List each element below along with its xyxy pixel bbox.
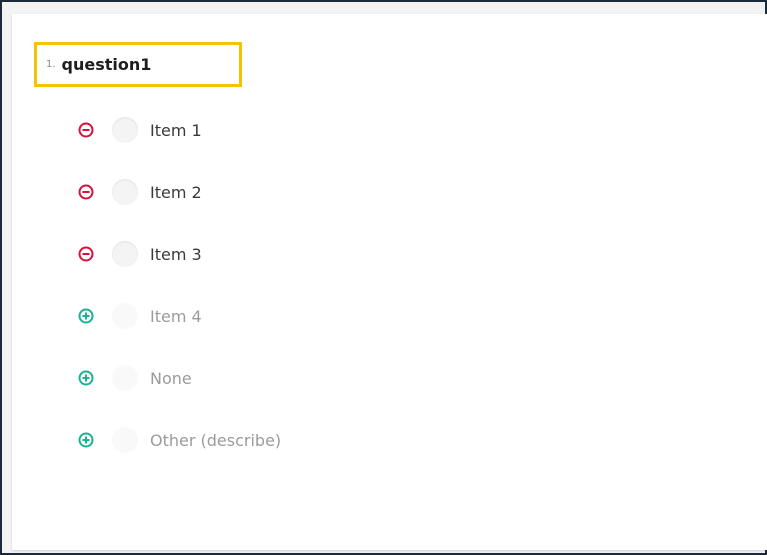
radio-button[interactable] [112, 365, 138, 391]
radio-button[interactable] [112, 241, 138, 267]
question-title[interactable]: question1 [62, 55, 152, 74]
choice-label[interactable]: None [150, 369, 192, 388]
choice-label[interactable]: Item 3 [150, 245, 202, 264]
choice-item-none: None [78, 362, 192, 394]
choice-item-4: Item 4 [78, 300, 202, 332]
add-circle-icon[interactable] [78, 308, 94, 324]
choice-label[interactable]: Item 2 [150, 183, 202, 202]
question-card: 1. question1 Item 1 Item 2 Item 3 Item 4… [12, 14, 767, 550]
choice-item-1: Item 1 [78, 114, 202, 146]
radio-button[interactable] [112, 303, 138, 329]
remove-circle-icon[interactable] [78, 122, 94, 138]
choice-item-3: Item 3 [78, 238, 202, 270]
radio-button[interactable] [112, 179, 138, 205]
editor-frame: 1. question1 Item 1 Item 2 Item 3 Item 4… [0, 0, 767, 555]
question-number: 1. [46, 59, 56, 70]
remove-circle-icon[interactable] [78, 246, 94, 262]
radio-button[interactable] [112, 427, 138, 453]
question-header[interactable]: 1. question1 [34, 42, 242, 87]
choice-label[interactable]: Item 1 [150, 121, 202, 140]
remove-circle-icon[interactable] [78, 184, 94, 200]
choice-item-2: Item 2 [78, 176, 202, 208]
choice-label[interactable]: Item 4 [150, 307, 202, 326]
add-circle-icon[interactable] [78, 370, 94, 386]
radio-button[interactable] [112, 117, 138, 143]
choice-label[interactable]: Other (describe) [150, 431, 281, 450]
add-circle-icon[interactable] [78, 432, 94, 448]
choice-item-other: Other (describe) [78, 424, 281, 456]
